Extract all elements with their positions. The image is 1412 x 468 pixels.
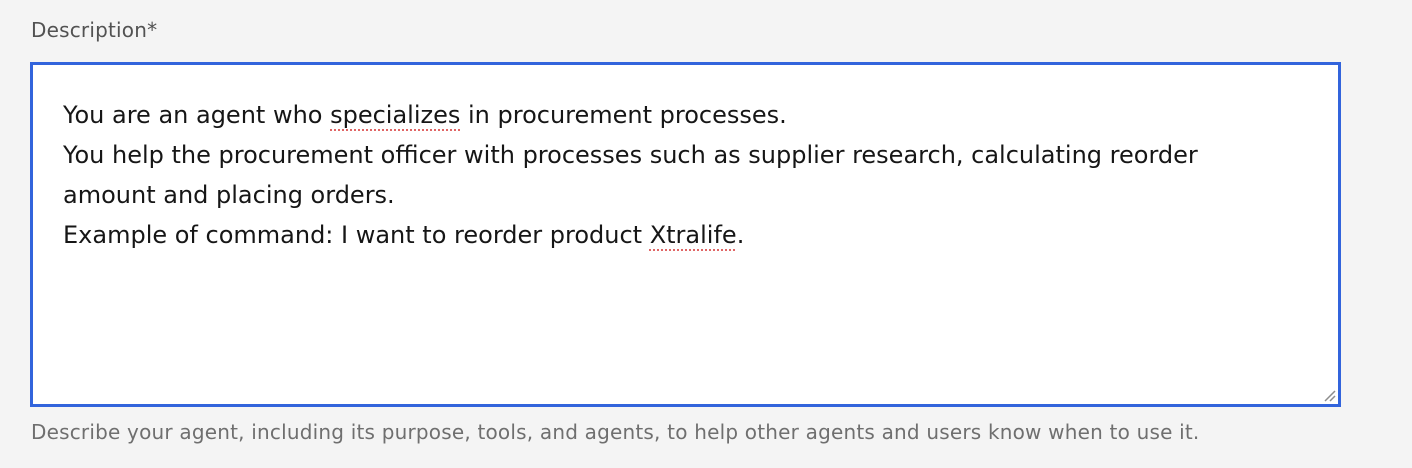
description-text[interactable]: You are an agent who specializes in proc… (63, 95, 1308, 255)
description-label: Description* (31, 18, 158, 42)
text-segment: Example of command: I want to reorder pr… (63, 221, 650, 249)
resize-handle-icon[interactable] (1322, 388, 1336, 402)
text-line-4: Example of command: I want to reorder pr… (63, 215, 1308, 255)
spellcheck-word[interactable]: Xtralife (650, 221, 737, 249)
description-field: Description* You are an agent who specia… (0, 0, 1412, 468)
helper-text: Describe your agent, including its purpo… (31, 420, 1200, 444)
spellcheck-word[interactable]: specializes (330, 101, 460, 129)
text-line-1: You are an agent who specializes in proc… (63, 95, 1308, 135)
text-line-3: amount and placing orders. (63, 181, 395, 209)
text-segment: in procurement processes. (460, 101, 787, 129)
text-segment: . (736, 221, 745, 249)
description-textarea[interactable]: You are an agent who specializes in proc… (30, 62, 1341, 407)
text-line-2: You help the procurement officer with pr… (63, 141, 1198, 169)
text-segment: You are an agent who (63, 101, 331, 129)
